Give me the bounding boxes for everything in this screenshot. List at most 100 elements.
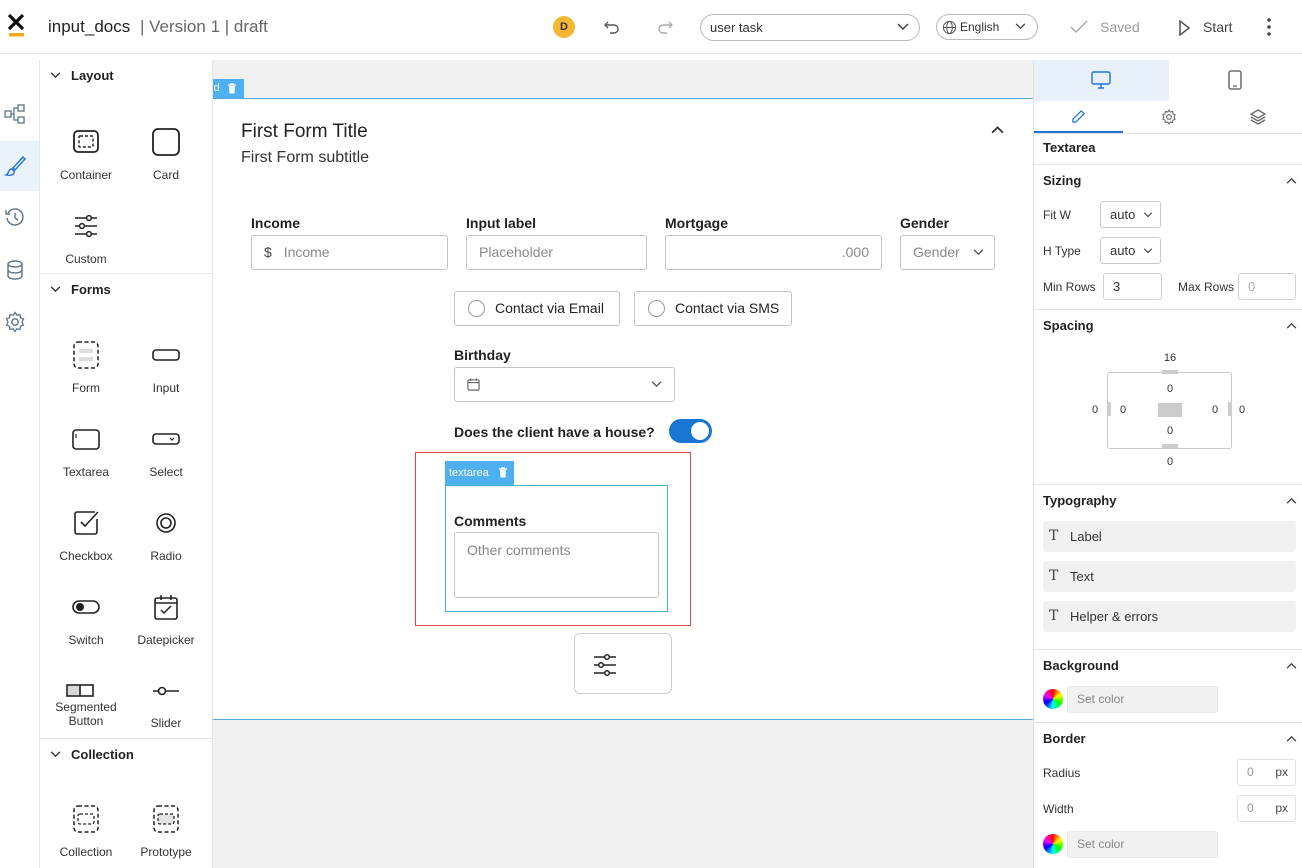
contact-sms-radio[interactable]: Contact via SMS xyxy=(634,291,792,326)
text-type-icon: T xyxy=(1049,528,1059,544)
margin-right-value[interactable]: 0 xyxy=(1232,404,1252,416)
typography-text-row[interactable]: T Text xyxy=(1043,561,1296,592)
width-label: Width xyxy=(1043,802,1074,816)
palette-item-slider[interactable]: Slider xyxy=(126,677,206,747)
margin-left-value[interactable]: 0 xyxy=(1085,404,1105,416)
palette-item-collection[interactable]: Collection xyxy=(46,805,126,868)
padding-top-value[interactable]: 0 xyxy=(1160,383,1180,395)
rail-settings-button[interactable] xyxy=(0,297,39,347)
form-card[interactable]: First Form Title First Form subtitle Inc… xyxy=(213,98,1033,720)
brush-icon xyxy=(4,155,26,177)
mortgage-input[interactable]: .000 xyxy=(665,235,882,270)
palette-item-label: Container xyxy=(59,168,113,182)
textarea-tag[interactable]: textarea xyxy=(445,461,514,485)
palette-item-label: Custom xyxy=(65,252,107,266)
tab-layers[interactable] xyxy=(1213,101,1302,133)
trash-icon[interactable] xyxy=(498,467,508,478)
avatar[interactable]: D xyxy=(553,16,575,38)
language-value: English xyxy=(960,20,1000,34)
design-canvas[interactable]: rd First Form Title First Form subtitle … xyxy=(213,60,1033,868)
income-input[interactable]: $ Income xyxy=(251,235,448,270)
palette-item-textarea[interactable]: Textarea xyxy=(46,425,126,495)
task-select[interactable]: user task xyxy=(700,14,920,41)
typography-section-header[interactable]: Typography xyxy=(1034,484,1302,516)
rail-data-button[interactable] xyxy=(0,245,39,295)
radius-input[interactable]: 0 px xyxy=(1237,759,1296,786)
sizing-section-header[interactable]: Sizing xyxy=(1034,164,1302,196)
layout-section-header[interactable]: Layout xyxy=(40,60,212,92)
width-input[interactable]: 0 px xyxy=(1237,795,1296,822)
palette-item-switch[interactable]: Switch xyxy=(46,593,126,663)
tab-settings[interactable] xyxy=(1124,101,1213,133)
palette-item-select[interactable]: Select xyxy=(126,425,206,495)
rail-design-button[interactable] xyxy=(0,141,39,191)
palette-item-card[interactable]: Card xyxy=(126,128,206,198)
desktop-view-tab[interactable] xyxy=(1034,60,1169,101)
color-wheel-icon[interactable] xyxy=(1043,689,1063,709)
monitor-icon xyxy=(1091,71,1111,89)
typography-helper-row[interactable]: T Helper & errors xyxy=(1043,601,1296,632)
chevron-up-icon xyxy=(1286,322,1297,329)
palette-item-form[interactable]: Form xyxy=(46,341,126,411)
sliders-icon xyxy=(594,653,616,677)
pencil-icon xyxy=(1072,110,1085,123)
margin-top-value[interactable]: 16 xyxy=(1160,352,1180,364)
palette-item-datepicker[interactable]: Datepicker xyxy=(126,593,206,663)
card-tag-label: rd xyxy=(213,82,220,94)
mobile-view-tab[interactable] xyxy=(1169,60,1302,101)
spacing-section-header[interactable]: Spacing xyxy=(1034,309,1302,341)
background-color-input[interactable]: Set color xyxy=(1067,686,1218,713)
palette-item-custom[interactable]: Custom xyxy=(46,212,126,282)
gender-select[interactable]: Gender xyxy=(900,235,995,270)
redo-icon[interactable] xyxy=(656,18,674,36)
h-type-select[interactable]: auto xyxy=(1100,237,1161,264)
palette-item-segmented-button[interactable]: Segmented Button xyxy=(46,677,126,747)
palette-item-container[interactable]: Container xyxy=(46,128,126,198)
color-wheel-icon[interactable] xyxy=(1043,834,1063,854)
more-menu-icon[interactable] xyxy=(1262,17,1276,37)
language-select[interactable]: English xyxy=(936,14,1038,40)
forms-section-header[interactable]: Forms xyxy=(40,274,212,306)
rail-process-button[interactable] xyxy=(0,89,39,139)
palette-item-input[interactable]: Input xyxy=(126,341,206,411)
contact-email-radio[interactable]: Contact via Email xyxy=(454,291,620,326)
padding-bottom-value[interactable]: 0 xyxy=(1160,425,1180,437)
margin-bottom-handle[interactable] xyxy=(1162,444,1178,448)
comments-placeholder: Other comments xyxy=(467,542,571,558)
trash-icon[interactable] xyxy=(227,83,237,94)
history-icon xyxy=(5,208,24,226)
padding-right-value[interactable]: 0 xyxy=(1205,404,1225,416)
palette-item-label: Checkbox xyxy=(59,549,113,563)
comments-textarea[interactable]: Other comments xyxy=(454,532,659,598)
custom-component-block[interactable] xyxy=(574,633,672,694)
task-select-value: user task xyxy=(710,20,763,35)
background-section-header[interactable]: Background xyxy=(1034,649,1302,681)
flowx-logo[interactable] xyxy=(8,12,26,38)
left-rail xyxy=(0,60,40,868)
collection-section-header[interactable]: Collection xyxy=(40,739,212,771)
form-title: First Form Title xyxy=(241,121,368,142)
border-section-header[interactable]: Border xyxy=(1034,722,1302,754)
start-button[interactable]: Start xyxy=(1178,19,1233,36)
text-input[interactable]: Placeholder xyxy=(466,235,647,270)
house-switch[interactable] xyxy=(669,419,712,443)
section-title: Forms xyxy=(71,282,111,297)
padding-left-value[interactable]: 0 xyxy=(1113,404,1133,416)
margin-bottom-value[interactable]: 0 xyxy=(1160,456,1180,468)
palette-item-checkbox[interactable]: Checkbox xyxy=(46,509,126,579)
border-color-input[interactable]: Set color xyxy=(1067,831,1218,858)
min-rows-input[interactable]: 3 xyxy=(1103,273,1162,300)
rail-history-button[interactable] xyxy=(0,193,39,243)
tab-style[interactable] xyxy=(1034,101,1123,133)
undo-icon[interactable] xyxy=(603,18,621,36)
palette-item-radio[interactable]: Radio xyxy=(126,509,206,579)
palette-item-prototype[interactable]: Prototype xyxy=(126,805,206,868)
fit-w-select[interactable]: auto xyxy=(1100,201,1161,228)
max-rows-input[interactable]: 0 xyxy=(1238,273,1296,300)
chevron-down-icon xyxy=(973,249,984,256)
chevron-up-icon[interactable] xyxy=(991,125,1004,134)
card-tag[interactable]: rd xyxy=(213,79,244,98)
birthday-datepicker[interactable] xyxy=(454,367,675,402)
typography-label-row[interactable]: T Label xyxy=(1043,521,1296,552)
margin-left-handle[interactable] xyxy=(1107,402,1111,416)
